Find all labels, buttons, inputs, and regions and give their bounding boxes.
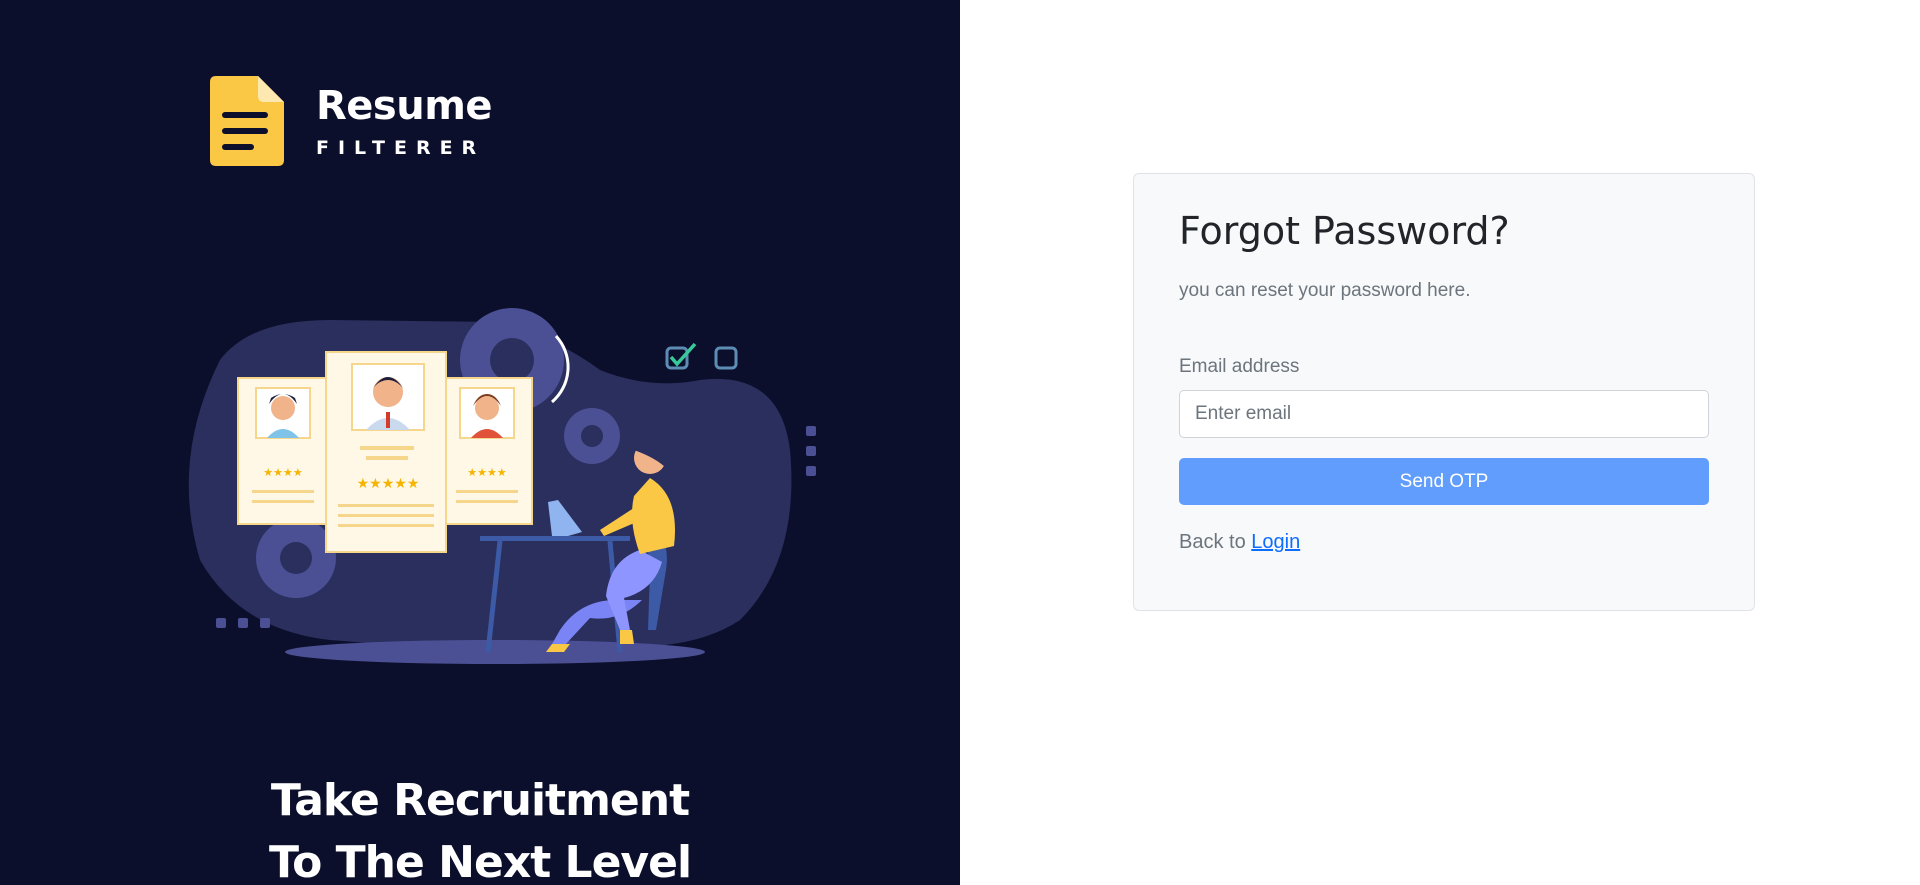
svg-text:★★★★: ★★★★ xyxy=(467,467,507,479)
forgot-password-page: Resume FILTERER ★★★★ ★★★★ ★★★★★ Take Rec… xyxy=(0,0,1920,885)
form-panel: Forgot Password? you can reset your pass… xyxy=(960,0,1920,885)
page-title: Forgot Password? xyxy=(1179,209,1510,253)
brand-logo: Resume FILTERER xyxy=(210,76,493,166)
brand-subtitle: FILTERER xyxy=(316,137,486,159)
empty-box-icon xyxy=(714,346,738,370)
forgot-password-card: Forgot Password? you can reset your pass… xyxy=(1133,173,1755,611)
brand-text: Resume FILTERER xyxy=(316,83,493,159)
svg-text:★★★★★: ★★★★★ xyxy=(357,475,420,491)
brand-name: Resume xyxy=(316,83,493,129)
tagline-line-2: To The Next Level xyxy=(268,837,692,885)
login-link[interactable]: Login xyxy=(1251,531,1300,553)
email-field[interactable] xyxy=(1179,390,1709,438)
back-to-login-row: Back to Login xyxy=(1179,531,1709,554)
tagline-line-1: Take Recruitment xyxy=(270,775,690,826)
tagline: Take Recruitment To The Next Level xyxy=(0,770,960,885)
svg-text:★★★★: ★★★★ xyxy=(263,467,303,479)
brand-panel: Resume FILTERER ★★★★ ★★★★ ★★★★★ Take Rec… xyxy=(0,0,960,885)
send-otp-button[interactable]: Send OTP xyxy=(1179,458,1709,505)
document-icon xyxy=(210,76,284,166)
email-label: Email address xyxy=(1179,356,1300,377)
page-subtitle: you can reset your password here. xyxy=(1179,280,1471,301)
recruiter-reviewing-resumes-illustration: ★★★★ ★★★★ ★★★★★ xyxy=(188,308,816,664)
back-prefix: Back to xyxy=(1179,531,1246,553)
